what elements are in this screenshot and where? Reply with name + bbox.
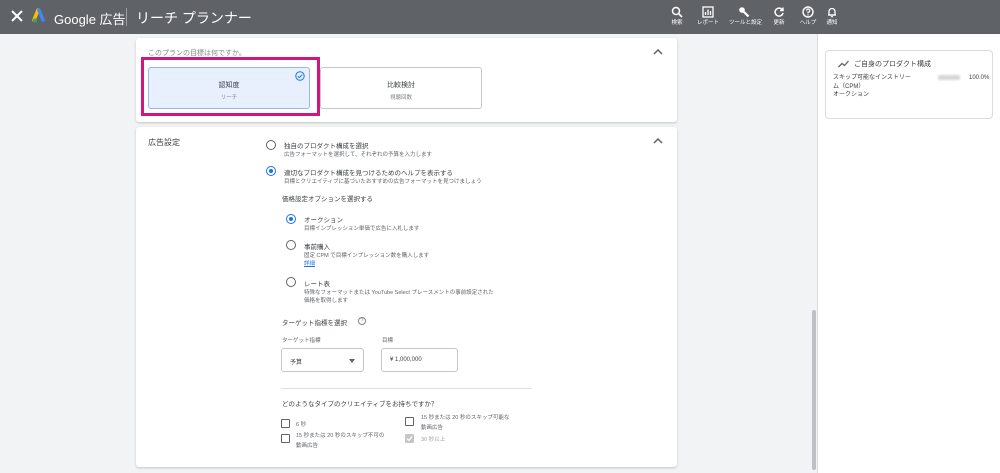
goal-option-consideration[interactable]: 比較検討 視聴回数 <box>320 67 482 109</box>
goal-input-value: ¥ 1,000,000 <box>390 357 422 363</box>
tools-button[interactable]: ツールと設定 <box>729 6 763 26</box>
checkbox-30s-disabled[interactable] <box>405 434 414 443</box>
top-bar: Google 広告 リーチ プランナー 検索 レポート ツールと設定 更新 ヘル… <box>0 0 1000 34</box>
target-metric-label: ターゲット指標を選択 <box>282 320 347 327</box>
checkbox-nonskippable[interactable] <box>281 434 290 443</box>
refresh-label: 更新 <box>773 20 785 26</box>
ad-settings-card: 広告設定 独自のプロダクト構成を選択 広告フォーマットを選択して、それぞれの予算… <box>136 127 677 467</box>
creative-skippable-label: 15 秒または 20 秒のスキップ可能な <box>421 415 510 421</box>
radio-auction[interactable] <box>286 214 296 224</box>
bell-icon <box>828 7 836 18</box>
metric-field-label: ターゲット指標 <box>282 338 321 344</box>
chevron-up-icon[interactable] <box>653 49 663 55</box>
help-icon <box>802 6 814 18</box>
auction-title: オークション <box>304 217 343 224</box>
own-config-desc: 広告フォーマットを選択して、それぞれの予算を入力します <box>284 152 433 158</box>
refresh-icon <box>774 7 784 17</box>
chevron-up-icon[interactable] <box>653 138 663 144</box>
rate-card-title: レート表 <box>304 281 330 288</box>
creative-question: どのようなタイプのクリエイティブをお持ちですか？ <box>282 401 438 408</box>
metric-select[interactable]: 予算 <box>281 348 364 372</box>
price-option-label: 価格設定オプションを選択する <box>282 196 373 203</box>
help-circle-icon[interactable]: ? <box>358 317 366 325</box>
section-divider <box>281 388 532 389</box>
creative-30s-label: 30 秒以上 <box>421 437 446 443</box>
radio-rate-card[interactable] <box>286 277 296 287</box>
goal-field-label: 目標 <box>382 338 394 344</box>
goal-option-title: 比較検討 <box>387 82 415 89</box>
report-button[interactable]: レポート <box>693 6 723 26</box>
report-icon <box>702 6 714 18</box>
prepurchase-desc: 固定 CPM で目標インプレッション数を購入します <box>304 253 430 259</box>
refresh-button[interactable]: 更新 <box>764 6 794 26</box>
search-button[interactable]: 検索 <box>662 6 692 26</box>
right-panel: ご自身のプロダクト構成 スキップ可能なインストリー ム（CPM） オークション … <box>817 34 1000 473</box>
details-link[interactable]: 詳細 <box>304 259 315 267</box>
check-icon <box>406 436 413 442</box>
product-mix-card: ご自身のプロダクト構成 スキップ可能なインストリー ム（CPM） オークション … <box>825 50 993 119</box>
notifications-label: 通知 <box>826 20 838 26</box>
help-config-title: 適切なプロダクト構成を見つけるためのヘルプを表示する <box>284 170 453 177</box>
prepurchase-title: 事前購入 <box>304 244 330 251</box>
radio-own-config[interactable] <box>266 140 276 150</box>
product-mix-percent: 100.0% <box>969 75 990 81</box>
tools-label: ツールと設定 <box>729 20 763 26</box>
product-mix-title: ご自身のプロダクト構成 <box>854 61 931 68</box>
help-config-desc: 目標とクリエイティブに基づいたおすすめの広告フォーマットを見つけましょう <box>284 179 482 185</box>
radio-help-config[interactable] <box>266 166 276 176</box>
auction-desc: 目標インプレッション単価で広告に入札します <box>304 226 420 232</box>
creative-6s-label: 6 秒 <box>296 422 307 428</box>
redacted-value <box>938 75 960 80</box>
product-mix-line3: オークション <box>833 92 870 98</box>
search-icon <box>671 6 683 18</box>
product-mix-line1: スキップ可能なインストリー <box>833 75 911 81</box>
goal-option-sub: 視聴回数 <box>389 95 412 101</box>
goal-input[interactable]: ¥ 1,000,000 <box>381 348 458 372</box>
product-mix-line2: ム（CPM） <box>833 83 865 90</box>
wrench-icon <box>739 7 750 18</box>
notifications-button[interactable]: 通知 <box>817 6 847 26</box>
highlight-frame <box>141 57 320 116</box>
ad-settings-title: 広告設定 <box>148 138 180 147</box>
radio-prepurchase[interactable] <box>286 240 296 250</box>
tool-title: リーチ プランナー <box>136 10 252 26</box>
metric-select-value: 予算 <box>290 360 303 366</box>
checkbox-6s[interactable] <box>281 419 290 428</box>
creative-skippable-label-2: 動画広告 <box>421 425 444 431</box>
close-icon[interactable] <box>9 8 25 24</box>
rate-card-desc-2: 価格を取得します <box>304 298 349 304</box>
brand-name: Google 広告 <box>54 12 126 27</box>
trending-up-icon <box>838 60 849 68</box>
report-label: レポート <box>696 20 719 26</box>
title-separator <box>126 8 127 26</box>
rate-card-desc: 特殊なフォーマットまたは YouTube Select プレースメントの事前設定… <box>304 290 494 296</box>
dropdown-arrow-icon <box>349 359 355 363</box>
checkbox-skippable[interactable] <box>405 417 414 426</box>
own-config-title: 独自のプロダクト構成を選択 <box>284 143 369 150</box>
scrollbar-thumb[interactable] <box>812 310 816 470</box>
creative-nonskippable-label-2: 動画広告 <box>296 443 319 449</box>
product-mix-details: スキップ可能なインストリー ム（CPM） オークション <box>833 74 911 100</box>
search-label: 検索 <box>671 20 683 26</box>
google-ads-logo-icon <box>32 8 45 23</box>
creative-nonskippable-label: 15 秒または 20 秒のスキップ不可の <box>296 433 385 439</box>
